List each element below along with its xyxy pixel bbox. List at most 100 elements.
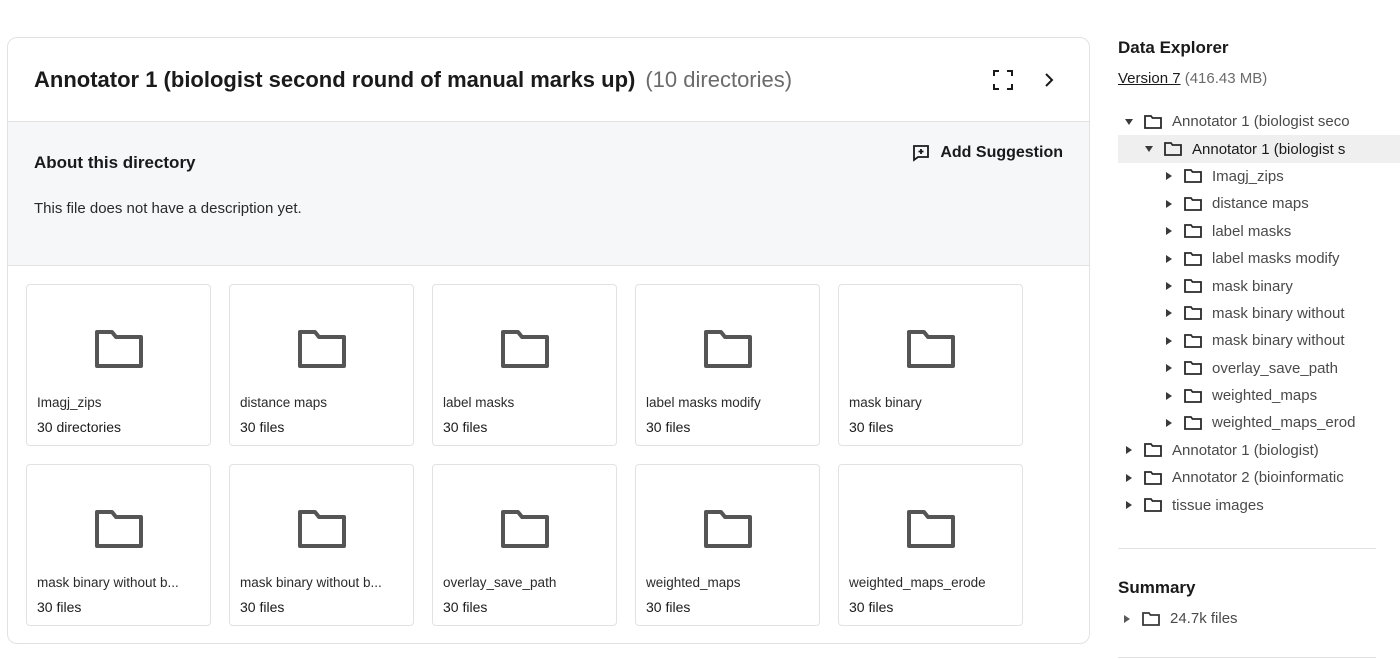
folder-icon xyxy=(297,510,346,548)
tree-item-label: mask binary without xyxy=(1212,332,1345,350)
tree-item[interactable]: Imagj_zips xyxy=(1118,163,1400,190)
directory-count: (10 directories) xyxy=(645,66,793,92)
caret-down-icon[interactable] xyxy=(1124,117,1134,127)
explorer-divider xyxy=(1118,548,1376,549)
tile-name: distance maps xyxy=(240,395,328,410)
file-tree: Annotator 1 (biologist seco Annotator 1 (… xyxy=(1118,108,1400,519)
tile-count: 30 directories xyxy=(37,419,122,435)
caret-right-icon[interactable] xyxy=(1164,254,1174,264)
about-description: This file does not have a description ye… xyxy=(34,200,302,217)
directory-tile[interactable]: Imagj_zips 30 directories xyxy=(26,284,211,446)
tree-item-label: Imagj_zips xyxy=(1212,167,1284,185)
folder-icon xyxy=(1184,388,1202,403)
directory-card: Annotator 1 (biologist second round of m… xyxy=(7,37,1090,644)
tile-count: 30 files xyxy=(240,599,285,615)
directory-grid: Imagj_zips 30 directories distance maps 30 … xyxy=(26,284,1023,626)
summary-row[interactable]: 24.7k files xyxy=(1118,605,1400,632)
version-link[interactable]: Version 7 xyxy=(1118,70,1181,87)
chevron-right-icon xyxy=(1045,72,1054,87)
tree-item-label: Annotator 1 (biologist seco xyxy=(1172,113,1350,131)
directory-tile[interactable]: weighted_maps 30 files xyxy=(635,464,820,626)
fullscreen-icon xyxy=(993,69,1013,90)
caret-down-icon[interactable] xyxy=(1144,144,1154,154)
tree-item[interactable]: overlay_save_path xyxy=(1118,355,1400,382)
version-size: (416.43 MB) xyxy=(1184,70,1268,87)
tree-item[interactable]: tissue images xyxy=(1118,491,1400,518)
tile-count: 30 files xyxy=(849,419,894,435)
tile-count: 30 files xyxy=(443,419,488,435)
folder-icon xyxy=(1184,416,1202,430)
folder-icon xyxy=(297,330,346,368)
tree-item[interactable]: mask binary without xyxy=(1118,300,1400,327)
fullscreen-button[interactable] xyxy=(989,66,1017,94)
folder-icon xyxy=(703,330,752,368)
folder-icon xyxy=(1184,196,1202,211)
caret-right-icon[interactable] xyxy=(1164,281,1174,291)
tree-item[interactable]: label masks xyxy=(1118,218,1400,245)
directory-tile[interactable]: mask binary without b... 30 files xyxy=(26,464,211,626)
directory-tile[interactable]: overlay_save_path 30 files xyxy=(432,464,617,626)
tree-item-label: distance maps xyxy=(1212,195,1309,213)
tree-item[interactable]: distance maps xyxy=(1118,190,1400,217)
tile-count: 30 files xyxy=(849,599,894,615)
directory-tile[interactable]: mask binary without b... 30 files xyxy=(229,464,414,626)
tree-item-label: Annotator 2 (bioinformatic xyxy=(1172,469,1344,487)
folder-icon xyxy=(1184,251,1202,266)
add-comment-icon xyxy=(913,145,930,162)
tree-item[interactable]: Annotator 1 (biologist) xyxy=(1118,437,1400,464)
add-suggestion-button[interactable]: Add Suggestion xyxy=(912,144,1063,162)
explorer-divider-bottom xyxy=(1118,657,1376,658)
folder-icon xyxy=(94,330,143,368)
caret-right-icon[interactable] xyxy=(1124,445,1134,455)
tree-item[interactable]: label masks modify xyxy=(1118,245,1400,272)
tile-name: mask binary without b... xyxy=(240,575,382,590)
tile-count: 30 files xyxy=(646,419,691,435)
directory-tile[interactable]: label masks modify 30 files xyxy=(635,284,820,446)
caret-right-icon[interactable] xyxy=(1164,226,1174,236)
summary-title: Summary xyxy=(1118,578,1196,597)
caret-right-icon[interactable] xyxy=(1124,473,1134,483)
tile-name: Imagj_zips xyxy=(37,395,102,410)
folder-icon xyxy=(500,510,549,548)
folder-icon xyxy=(1184,306,1202,321)
folder-icon xyxy=(1184,169,1202,184)
folder-icon xyxy=(94,510,143,548)
caret-right-icon[interactable] xyxy=(1164,308,1174,318)
about-title: About this directory xyxy=(34,153,196,172)
tree-item[interactable]: weighted_maps_erod xyxy=(1118,409,1400,436)
directory-tile[interactable]: mask binary 30 files xyxy=(838,284,1023,446)
caret-right-icon[interactable] xyxy=(1164,171,1174,181)
folder-icon xyxy=(1144,470,1162,485)
directory-title: Annotator 1 (biologist second round of m… xyxy=(34,66,636,92)
folder-icon xyxy=(1144,443,1162,458)
tile-count: 30 files xyxy=(37,599,82,615)
about-section: About this directory This file does not … xyxy=(8,122,1089,266)
data-explorer: Data Explorer Version 7 (416.43 MB) Anno… xyxy=(1118,0,1400,659)
directory-tile[interactable]: label masks 30 files xyxy=(432,284,617,446)
tile-count: 30 files xyxy=(443,599,488,615)
tree-item[interactable]: Annotator 1 (biologist s xyxy=(1118,135,1400,163)
tree-item[interactable]: weighted_maps xyxy=(1118,382,1400,409)
directory-tile[interactable]: distance maps 30 files xyxy=(229,284,414,446)
caret-right-icon[interactable] xyxy=(1164,336,1174,346)
caret-right-icon[interactable] xyxy=(1164,363,1174,373)
folder-icon xyxy=(1184,333,1202,348)
folder-icon xyxy=(906,510,955,548)
tile-count: 30 files xyxy=(240,419,285,435)
caret-right-icon[interactable] xyxy=(1164,391,1174,401)
summary-files-label: 24.7k files xyxy=(1170,610,1238,628)
add-suggestion-label: Add Suggestion xyxy=(940,144,1063,161)
tree-item-label: weighted_maps xyxy=(1212,387,1318,405)
caret-right-icon[interactable] xyxy=(1164,199,1174,209)
tree-item[interactable]: mask binary xyxy=(1118,272,1400,299)
tree-item[interactable]: Annotator 2 (bioinformatic xyxy=(1118,464,1400,491)
directory-tile[interactable]: weighted_maps_erode 30 files xyxy=(838,464,1023,626)
caret-right-icon[interactable] xyxy=(1164,418,1174,428)
header-actions xyxy=(989,66,1063,94)
caret-right-icon xyxy=(1122,614,1132,624)
next-button[interactable] xyxy=(1035,66,1063,94)
caret-right-icon[interactable] xyxy=(1124,500,1134,510)
tree-item[interactable]: Annotator 1 (biologist seco xyxy=(1118,108,1400,135)
folder-icon xyxy=(1184,224,1202,239)
tree-item[interactable]: mask binary without xyxy=(1118,327,1400,354)
